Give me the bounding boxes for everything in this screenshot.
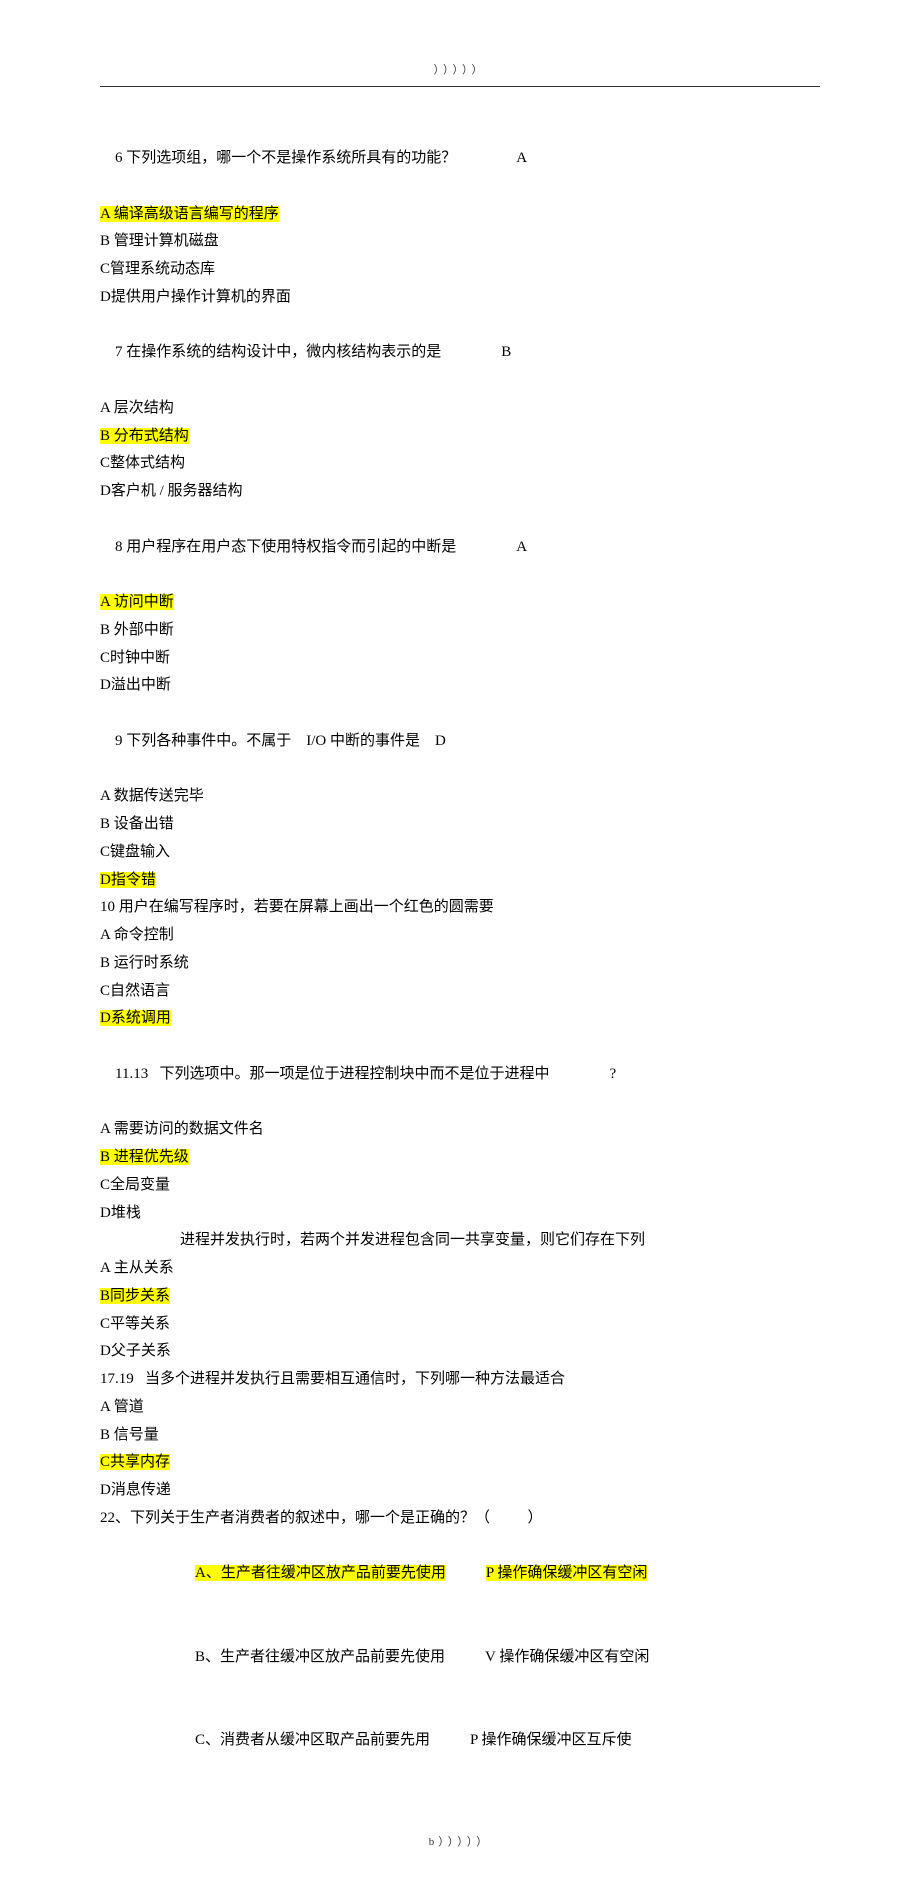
qshare-optC: C平等关系 bbox=[100, 1311, 820, 1339]
q22-optC-b: P 操作确保缓冲区互斥使 bbox=[470, 1732, 632, 1748]
q8-optB: B 外部中断 bbox=[100, 617, 820, 645]
q17-optC: C共享内存 bbox=[100, 1449, 820, 1477]
q10-optB: B 运行时系统 bbox=[100, 950, 820, 978]
q7-optC: C整体式结构 bbox=[100, 450, 820, 478]
q6-stem-text: 6 下列选项组，哪一个不是操作系统所具有的功能？ bbox=[115, 150, 456, 166]
q17-optB: B 信号量 bbox=[100, 1422, 820, 1450]
q9-answer: D bbox=[435, 733, 446, 749]
q17-stem: 17.19 当多个进程并发执行且需要相互通信时，下列哪一种方法最适合 bbox=[100, 1366, 820, 1394]
q22-optB-a: B、生产者往缓冲区放产品前要先使用 bbox=[195, 1649, 445, 1665]
qshare-optB: B同步关系 bbox=[100, 1283, 820, 1311]
q8-stem-text: 8 用户程序在用户态下使用特权指令而引起的中断是 bbox=[115, 539, 456, 555]
q22-stem: 22、下列关于生产者消费者的叙述中，哪一个是正确的？（ ） bbox=[100, 1505, 820, 1533]
q22-optA: A、生产者往缓冲区放产品前要先使用 P 操作确保缓冲区有空闲 bbox=[100, 1533, 820, 1616]
qshare-optA: A 主从关系 bbox=[100, 1255, 820, 1283]
q22-optA-b: P 操作确保缓冲区有空闲 bbox=[486, 1565, 648, 1581]
q7-stem: 7 在操作系统的结构设计中，微内核结构表示的是 B bbox=[100, 312, 820, 395]
q7-answer: B bbox=[501, 344, 511, 360]
q9-stem: 9 下列各种事件中。不属于 I/O 中断的事件是 D bbox=[100, 700, 820, 783]
q6-stem: 6 下列选项组，哪一个不是操作系统所具有的功能？ A bbox=[100, 117, 820, 200]
qshare-stem: 进程并发执行时，若两个并发进程包含同一共享变量，则它们存在下列 bbox=[100, 1227, 820, 1255]
q22-optA-a: A、生产者往缓冲区放产品前要先使用 bbox=[195, 1565, 446, 1581]
header-rule bbox=[100, 86, 820, 87]
q6-answer: A bbox=[516, 150, 527, 166]
q8-optA: A 访问中断 bbox=[100, 589, 820, 617]
q11-optB: B 进程优先级 bbox=[100, 1144, 820, 1172]
q10-optA: A 命令控制 bbox=[100, 922, 820, 950]
q9-stem-b: I/O 中断的事件是 bbox=[306, 733, 420, 749]
q10-optD-text: D系统调用 bbox=[100, 1010, 171, 1026]
q7-optA: A 层次结构 bbox=[100, 395, 820, 423]
q9-optD: D指令错 bbox=[100, 867, 820, 895]
q6-optA: A 编译高级语言编写的程序 bbox=[100, 201, 820, 229]
q11-optD: D堆栈 bbox=[100, 1200, 820, 1228]
q6-optC: C管理系统动态库 bbox=[100, 256, 820, 284]
q7-optD: D客户机 / 服务器结构 bbox=[100, 478, 820, 506]
q11-stem: 11.13 下列选项中。那一项是位于进程控制块中而不是位于进程中? bbox=[100, 1033, 820, 1116]
q7-optB-text: B 分布式结构 bbox=[100, 428, 189, 444]
q9-optD-text: D指令错 bbox=[100, 872, 156, 888]
q10-stem: 10 用户在编写程序时，若要在屏幕上画出一个红色的圆需要 bbox=[100, 894, 820, 922]
q7-optB: B 分布式结构 bbox=[100, 423, 820, 451]
q8-answer: A bbox=[516, 539, 527, 555]
qshare-optD: D父子关系 bbox=[100, 1338, 820, 1366]
q11-answer: ? bbox=[609, 1066, 616, 1082]
header-decoration: ））））） bbox=[100, 60, 820, 80]
q22-optC-a: C、消费者从缓冲区取产品前要先用 bbox=[195, 1732, 430, 1748]
q6-optB: B 管理计算机磁盘 bbox=[100, 228, 820, 256]
q6-optD: D提供用户操作计算机的界面 bbox=[100, 284, 820, 312]
q7-stem-text: 7 在操作系统的结构设计中，微内核结构表示的是 bbox=[115, 344, 441, 360]
q22-optB-b: V 操作确保缓冲区有空闲 bbox=[485, 1649, 649, 1665]
q9-stem-a: 9 下列各种事件中。不属于 bbox=[115, 733, 291, 749]
q17-optC-text: C共享内存 bbox=[100, 1454, 170, 1470]
q8-optD: D溢出中断 bbox=[100, 672, 820, 700]
q10-optC: C自然语言 bbox=[100, 978, 820, 1006]
q9-optB: B 设备出错 bbox=[100, 811, 820, 839]
q11-optB-text: B 进程优先级 bbox=[100, 1149, 189, 1165]
q6-optA-text: A 编译高级语言编写的程序 bbox=[100, 206, 279, 222]
q11-optA: A 需要访问的数据文件名 bbox=[100, 1116, 820, 1144]
q22-optB: B、生产者往缓冲区放产品前要先使用 V 操作确保缓冲区有空闲 bbox=[100, 1616, 820, 1699]
q8-stem: 8 用户程序在用户态下使用特权指令而引起的中断是 A bbox=[100, 506, 820, 589]
q9-optC: C键盘输入 bbox=[100, 839, 820, 867]
q22-optC: C、消费者从缓冲区取产品前要先用 P 操作确保缓冲区互斥使 bbox=[100, 1699, 820, 1782]
q11-stem-text: 11.13 下列选项中。那一项是位于进程控制块中而不是位于进程中 bbox=[115, 1066, 549, 1082]
qshare-optB-text: B同步关系 bbox=[100, 1288, 170, 1304]
q9-optA: A 数据传送完毕 bbox=[100, 783, 820, 811]
q8-optA-text: A 访问中断 bbox=[100, 594, 174, 610]
q11-optC: C全局变量 bbox=[100, 1172, 820, 1200]
q17-optD: D消息传递 bbox=[100, 1477, 820, 1505]
footer-decoration: b））））） bbox=[100, 1832, 820, 1852]
q10-optD: D系统调用 bbox=[100, 1005, 820, 1033]
q17-optA: A 管道 bbox=[100, 1394, 820, 1422]
q8-optC: C时钟中断 bbox=[100, 645, 820, 673]
